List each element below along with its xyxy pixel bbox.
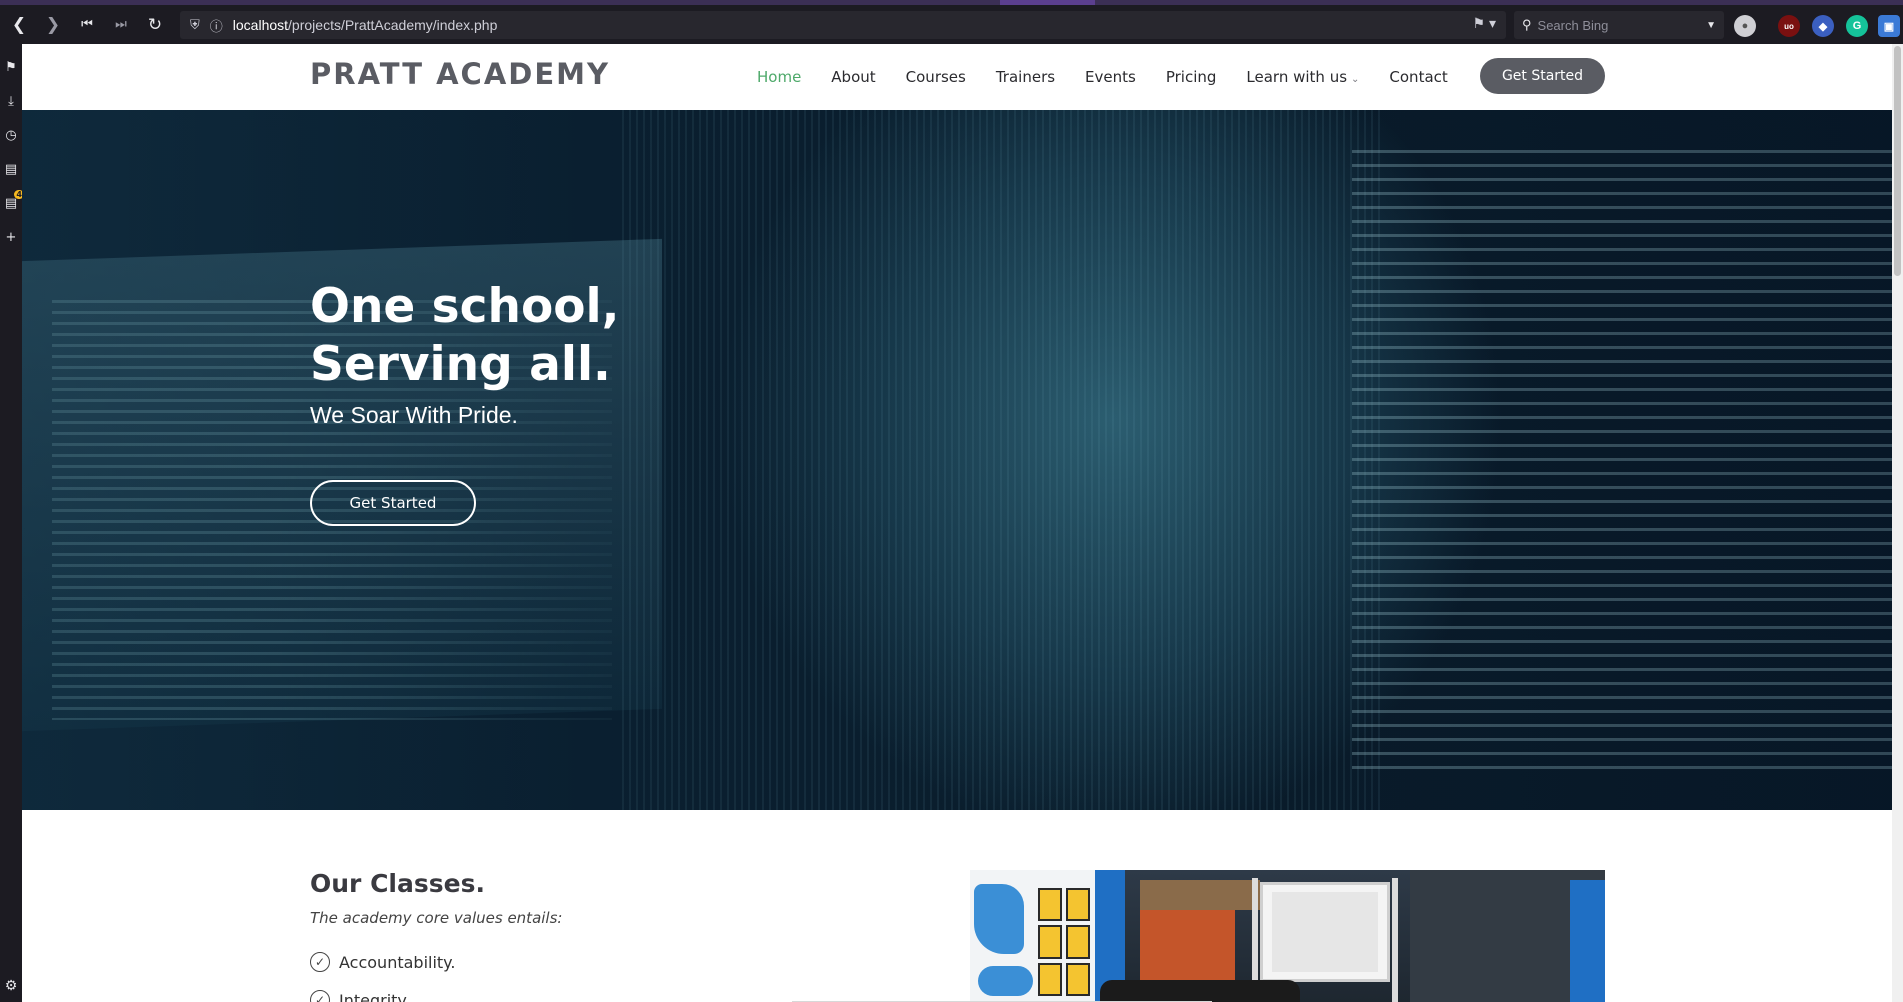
downloads-icon[interactable]: ⤓	[0, 84, 22, 118]
nav-courses[interactable]: Courses	[906, 68, 966, 86]
main-nav: Home About Courses Trainers Events Prici…	[757, 44, 1478, 110]
value-label: Accountability.	[339, 952, 456, 972]
photo-frame-right	[1392, 878, 1398, 1002]
nav-pricing[interactable]: Pricing	[1166, 68, 1217, 86]
classes-heading: Our Classes.	[310, 869, 485, 898]
photo-blue-wall-right	[1570, 880, 1605, 1002]
nav-events[interactable]: Events	[1085, 68, 1136, 86]
history-icon[interactable]: ◷	[0, 118, 22, 152]
skip-back-icon[interactable]: ⏮	[70, 8, 104, 42]
scrollbar-thumb[interactable]	[1894, 46, 1901, 276]
nav-about[interactable]: About	[831, 68, 875, 86]
hero-get-started-button[interactable]: Get Started	[310, 480, 476, 526]
hero-subtitle: We Soar With Pride.	[310, 402, 518, 428]
search-placeholder: Search Bing	[1537, 17, 1609, 33]
add-panel-icon[interactable]: +	[0, 220, 22, 254]
hero-title: One school, Serving all.	[310, 279, 620, 392]
value-label: Integrity	[339, 990, 407, 1002]
ublock-icon[interactable]: uo	[1778, 15, 1800, 37]
screen-icon[interactable]: ▣	[1878, 15, 1900, 37]
info-icon[interactable]: ⓘ	[210, 16, 223, 35]
site-header: PRATT ACADEMY Home About Courses Trainer…	[22, 44, 1892, 110]
web-page: PRATT ACADEMY Home About Courses Trainer…	[22, 44, 1892, 1002]
reload-icon[interactable]: ↻	[138, 8, 172, 42]
list-item: ✓ Integrity	[310, 990, 407, 1002]
search-icon: ⚲	[1522, 17, 1532, 32]
address-bar[interactable]: ⛨ ⓘ localhost /projects/PrattAcademy/ind…	[180, 11, 1506, 39]
classroom-photo	[970, 870, 1605, 1002]
skip-forward-icon[interactable]: ⏭	[104, 8, 138, 42]
photo-poster	[1066, 962, 1090, 996]
nav-home[interactable]: Home	[757, 68, 801, 86]
photo-mural-2	[978, 966, 1033, 996]
browser-sidebar: ⚑ ⤓ ◷ ▤ ▤ 4 + ⚙	[0, 44, 24, 1002]
nav-learn-with-us-label: Learn with us	[1246, 68, 1348, 86]
notes-icon[interactable]: ▤	[0, 152, 22, 186]
forward-icon[interactable]: ❯	[36, 8, 70, 42]
extension-icon[interactable]: ◆	[1812, 15, 1834, 37]
url-host: localhost	[232, 17, 289, 33]
grammarly-icon[interactable]: G	[1846, 15, 1868, 37]
list-item: ✓ Accountability.	[310, 952, 455, 972]
header-get-started-button[interactable]: Get Started	[1480, 58, 1605, 94]
back-icon[interactable]: ❮	[2, 8, 36, 42]
search-bar[interactable]: ⚲ Search Bing ▼	[1514, 11, 1724, 39]
tabs-icon[interactable]: ▤ 4	[0, 186, 24, 220]
url-path: /projects/PrattAcademy/index.php	[288, 17, 498, 33]
chevron-down-icon: ⌄	[1351, 74, 1360, 85]
profile-avatar-icon[interactable]: ●	[1734, 15, 1756, 37]
classes-subheading: The academy core values entails:	[310, 909, 563, 927]
nav-learn-with-us[interactable]: Learn with us ⌄	[1246, 68, 1359, 86]
search-dropdown-icon[interactable]: ▼	[1706, 20, 1716, 31]
photo-poster	[1038, 962, 1062, 996]
photo-projector-screen-inner	[1272, 892, 1378, 972]
photo-poster	[1066, 888, 1090, 922]
nav-trainers[interactable]: Trainers	[996, 68, 1055, 86]
shield-icon: ⛨	[190, 17, 200, 32]
tab-accent-line	[1000, 0, 1095, 5]
photo-poster	[1066, 925, 1090, 959]
browser-toolbar: ❮ ❯ ⏮ ⏭ ↻ ⌂ ⛨ ⓘ localhost /projects/Prat…	[0, 0, 1903, 44]
check-circle-icon: ✓	[310, 990, 330, 1002]
photo-shelf	[1140, 880, 1260, 910]
bookmark-icon[interactable]: ⚑ ▾	[1473, 15, 1496, 32]
check-circle-icon: ✓	[310, 952, 330, 972]
page-scrollbar[interactable]	[1892, 44, 1903, 1002]
gear-icon[interactable]: ⚙	[5, 978, 18, 994]
hero-overlay	[22, 110, 1892, 810]
photo-mural	[974, 884, 1024, 954]
photo-students	[1100, 980, 1300, 1002]
bookmark-panel-icon[interactable]: ⚑	[0, 50, 22, 84]
site-logo[interactable]: PRATT ACADEMY	[310, 57, 610, 91]
photo-posters	[1038, 888, 1090, 996]
hero-section	[22, 110, 1892, 810]
nav-contact[interactable]: Contact	[1389, 68, 1447, 86]
photo-poster	[1038, 888, 1062, 922]
photo-poster	[1038, 925, 1062, 959]
